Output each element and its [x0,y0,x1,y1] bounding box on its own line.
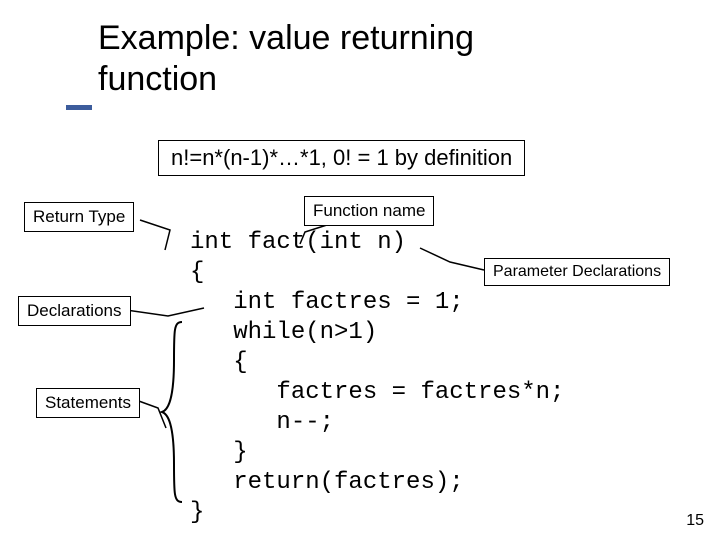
formula-box: n!=n*(n-1)*…*1, 0! = 1 by definition [158,140,525,176]
return-type-label: Return Type [33,207,125,226]
title-line-2: function [98,60,217,98]
callout-declarations: Declarations [18,296,131,326]
formula-text: n!=n*(n-1)*…*1, 0! = 1 by definition [171,145,512,170]
slide: Example: value returning function n!=n*(… [0,0,720,540]
title-line-1: Example: value returning [98,19,474,57]
page-number: 15 [686,512,704,530]
callout-function-name: Function name [304,196,434,226]
declarations-label: Declarations [27,301,122,320]
callout-parameter-declarations: Parameter Declarations [484,258,670,286]
callout-return-type: Return Type [24,202,134,232]
callout-statements: Statements [36,388,140,418]
function-name-label: Function name [313,201,425,220]
accent-bar [66,105,92,110]
statements-label: Statements [45,393,131,412]
parameter-decl-label: Parameter Declarations [493,263,661,280]
slide-title: Example: value returning function [98,18,474,100]
